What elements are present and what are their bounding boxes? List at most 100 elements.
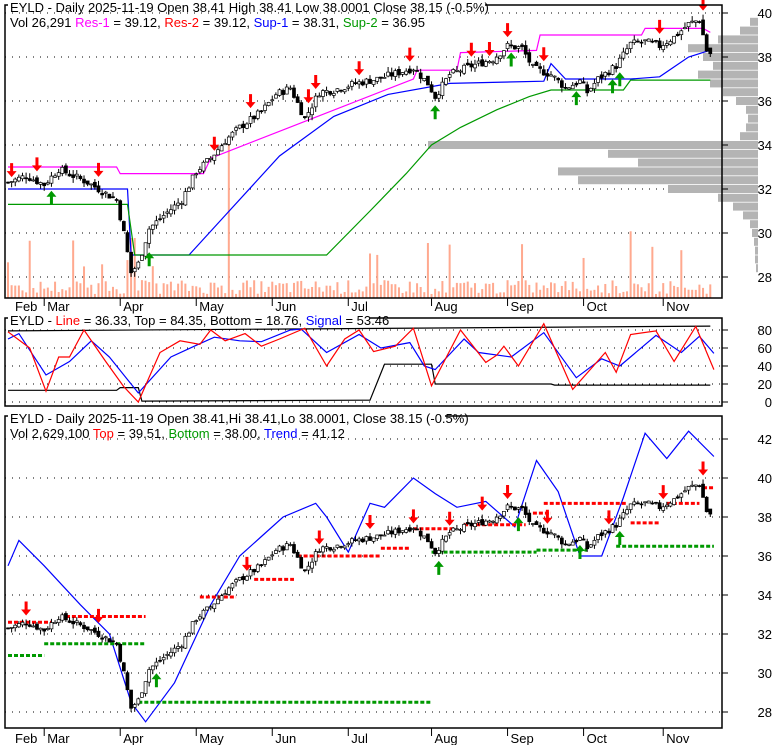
candle-body bbox=[690, 484, 695, 487]
candle-body bbox=[263, 104, 267, 111]
candle-body bbox=[451, 527, 456, 532]
candle-body bbox=[400, 530, 405, 533]
candle-body bbox=[567, 543, 571, 546]
volume-bar bbox=[470, 287, 473, 298]
candle-body bbox=[259, 110, 264, 113]
candle-body bbox=[49, 175, 54, 184]
candle-body bbox=[429, 541, 434, 549]
candle-body bbox=[708, 508, 713, 515]
candle-body bbox=[371, 537, 376, 542]
candle-body bbox=[219, 145, 224, 152]
volume-bar bbox=[629, 231, 632, 298]
candle-body bbox=[440, 81, 445, 96]
candle-body bbox=[389, 72, 394, 77]
candle-body bbox=[64, 613, 68, 621]
candle-body bbox=[143, 242, 148, 257]
volume-bar bbox=[506, 280, 509, 298]
volume-bar bbox=[148, 282, 151, 298]
legend-bottom: Bottom bbox=[168, 426, 209, 441]
candle-body bbox=[288, 87, 293, 90]
volume-bar bbox=[195, 286, 198, 298]
volume-profile-bar bbox=[746, 123, 758, 132]
volume-bar bbox=[405, 291, 408, 298]
candle-body bbox=[190, 621, 195, 634]
candle-body bbox=[451, 69, 456, 74]
candle-body bbox=[143, 681, 148, 694]
candle-body bbox=[302, 116, 307, 119]
volume-bar bbox=[560, 285, 563, 298]
candle-body bbox=[96, 630, 101, 637]
volume-bar bbox=[658, 291, 661, 298]
down-arrow-icon bbox=[408, 509, 419, 524]
candle-body bbox=[625, 48, 629, 54]
volume-bar bbox=[499, 292, 502, 298]
panel2-legend: EYLD - Line = 36.33, Top = 84.35, Bottom… bbox=[10, 313, 389, 328]
month-label-may: May bbox=[199, 731, 224, 745]
volume-bar bbox=[687, 289, 690, 298]
volume-bar bbox=[553, 283, 556, 298]
candle-body bbox=[205, 158, 209, 163]
volume-bar bbox=[108, 290, 111, 298]
candle-body bbox=[353, 539, 358, 542]
candle-body bbox=[672, 498, 676, 505]
candle-body bbox=[321, 90, 325, 97]
candle-body bbox=[237, 576, 242, 581]
candle-body bbox=[646, 500, 651, 504]
volume-bar bbox=[463, 282, 466, 298]
candle-body bbox=[20, 621, 25, 626]
candle-body bbox=[512, 45, 517, 50]
candle-body bbox=[393, 528, 398, 535]
candle-body bbox=[179, 203, 184, 205]
candle-body bbox=[570, 541, 575, 546]
candle-body bbox=[255, 564, 260, 572]
down-arrow-icon bbox=[365, 515, 375, 530]
candle-body bbox=[657, 502, 662, 510]
volume-bar bbox=[307, 288, 310, 298]
candle-body bbox=[53, 621, 57, 624]
candle-body bbox=[241, 576, 246, 580]
panel3-header: EYLD - Daily 2025-11-19 Open 38.41,Hi 38… bbox=[10, 411, 469, 426]
candle-body bbox=[284, 543, 289, 551]
candle-body bbox=[415, 528, 419, 531]
volume-bar bbox=[600, 292, 603, 298]
volume-bar bbox=[264, 291, 267, 298]
candle-body bbox=[172, 204, 177, 211]
stock-chart: EYLD - Daily 2025-11-19 Open 38.41 High … bbox=[0, 0, 780, 745]
candle-body bbox=[487, 520, 492, 523]
volume-bar bbox=[369, 253, 371, 298]
volume-bar bbox=[586, 288, 589, 298]
candle-body bbox=[614, 525, 619, 528]
volume-bar bbox=[524, 280, 527, 298]
candle-body bbox=[328, 547, 333, 551]
candle-body bbox=[350, 538, 354, 544]
volume-bar bbox=[647, 283, 650, 298]
candle-body bbox=[545, 73, 550, 77]
volume-bar bbox=[209, 282, 212, 298]
volume-profile-bar bbox=[733, 202, 758, 211]
volume-bar bbox=[292, 282, 295, 298]
volume-bar bbox=[314, 281, 317, 298]
candle-body bbox=[230, 583, 235, 589]
volume-bar bbox=[492, 282, 495, 298]
candle-body bbox=[313, 95, 318, 108]
volume-bar bbox=[227, 140, 230, 298]
candle-body bbox=[310, 107, 314, 116]
candle-body bbox=[364, 78, 369, 85]
candle-body bbox=[350, 81, 354, 87]
up-arrow-icon bbox=[571, 91, 582, 106]
candle-body bbox=[603, 72, 608, 77]
volume-bar bbox=[676, 287, 679, 298]
candle-body bbox=[194, 173, 199, 176]
candle-body bbox=[295, 551, 300, 558]
candle-body bbox=[708, 47, 713, 55]
candle-body bbox=[339, 546, 343, 548]
volume-bar bbox=[680, 250, 683, 298]
candle-body bbox=[480, 59, 485, 67]
panel1-header: EYLD - Daily 2025-11-19 Open 38.41 High … bbox=[10, 0, 489, 15]
candle-body bbox=[223, 593, 228, 596]
volume-bar bbox=[311, 286, 314, 298]
candle-body bbox=[42, 182, 47, 187]
month-label-jun: Jun bbox=[275, 731, 296, 745]
volume-bar bbox=[589, 290, 592, 298]
panel3-legend: Vol 2,629,100 Top = 39.51, Bottom = 38.0… bbox=[10, 426, 345, 441]
